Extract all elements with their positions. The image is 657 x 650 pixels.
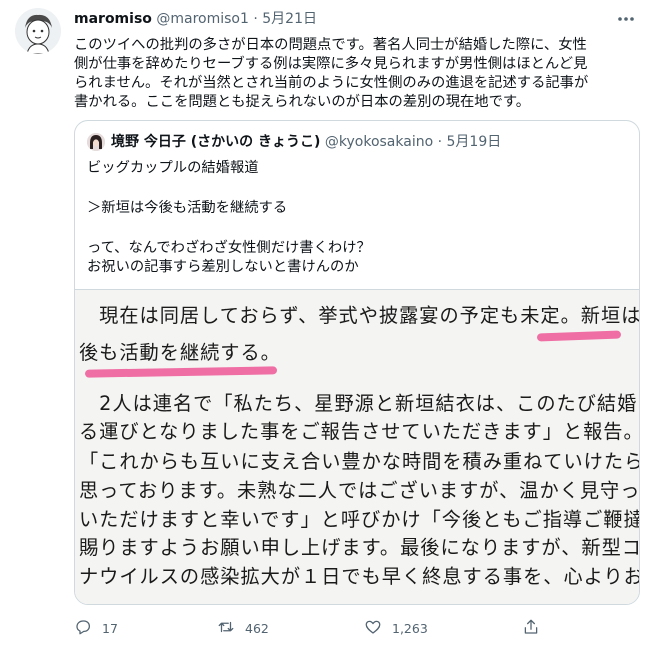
quoted-text-line: ＞新垣は今後も活動を継続する	[87, 200, 288, 216]
separator-dot: ·	[437, 134, 443, 150]
tweet-text-line: 書かれる。ここを問題とも捉えられないのが日本の差別の現在地です。	[74, 94, 531, 110]
quoted-text-line: お祝いの記事すら差別しないと書けんのか	[87, 259, 359, 275]
article-line: 現在は同居しておらず、挙式や披露宴の予定も未定。新垣は今	[79, 304, 639, 327]
like-count: 1,263	[392, 620, 428, 636]
author-name[interactable]: maromiso	[74, 11, 152, 27]
quoted-tweet-header: 境野 今日子 (さかいの きょうこ) @kyokosakaino · 5月19日	[111, 133, 501, 151]
quoted-author-handle: @kyokosakaino	[324, 134, 434, 150]
article-line: 思っております。未熟な二人ではございますが、温かく見守って	[79, 479, 639, 502]
article-line: 2人は連名で「私たち、星野源と新垣結衣は、このたび結婚す	[79, 392, 639, 415]
article-line: いただけますと幸いです」と呼びかけ「今後ともご指導ご鞭撻を	[79, 508, 639, 531]
article-line: 後も活動を継続する。	[79, 341, 281, 364]
like-button[interactable]: 1,263	[364, 616, 428, 640]
separator-dot: ·	[253, 11, 258, 27]
tweet: maromiso @maromiso1 · 5月21日 このツイへの批判の多さが…	[0, 0, 657, 650]
quoted-author-avatar	[87, 133, 105, 151]
reply-button[interactable]: 17	[74, 616, 118, 640]
retweet-button[interactable]: 462	[217, 616, 269, 640]
tweet-text-line: 側が仕事を辞めたりセーブする例は実際に多々見られますが男性側はほとんど見	[74, 56, 588, 72]
tweet-date[interactable]: 5月21日	[262, 11, 317, 27]
retweet-count: 462	[245, 620, 269, 636]
article-line: ナウイルスの感染拡大が１日でも早く終息する事を、心よりお祈	[79, 565, 639, 588]
more-options-icon[interactable]	[615, 8, 637, 30]
tweet-text: このツイへの批判の多さが日本の問題点です。著名人同士が結婚した際に、女性 側が仕…	[74, 36, 634, 112]
tweet-text-line: られません。それが当然とされ当前のように女性側のみの進退を記述する記事が	[74, 75, 589, 91]
author-avatar[interactable]	[15, 8, 61, 54]
retweet-icon	[217, 618, 235, 639]
tweet-header: maromiso @maromiso1 · 5月21日	[74, 10, 317, 28]
article-line: 「これからも互いに支え合い豊かな時間を積み重ねていけたらと	[79, 450, 639, 473]
article-screenshot-image[interactable]: 現在は同居しておらず、挙式や披露宴の予定も未定。新垣は今 後も活動を継続する。 …	[75, 289, 639, 604]
tweet-actions: 17 462 1,263	[74, 616, 640, 640]
quoted-tweet-date: 5月19日	[446, 134, 502, 150]
heart-icon	[364, 618, 382, 639]
quoted-text-line: ビッグカップルの結婚報道	[87, 160, 259, 176]
pink-highlight-mark	[84, 366, 278, 378]
share-icon	[522, 618, 540, 639]
quoted-tweet[interactable]: 境野 今日子 (さかいの きょうこ) @kyokosakaino · 5月19日…	[74, 120, 640, 605]
quoted-text-line: って、なんでわざわざ女性側だけ書くわけ？	[87, 240, 371, 256]
reply-icon	[74, 618, 92, 639]
article-line: 賜りますようお願い申し上げます。最後になりますが、新型コロ	[79, 536, 639, 559]
reply-count: 17	[102, 620, 118, 636]
pink-highlight-mark	[536, 330, 622, 342]
quoted-author-name: 境野 今日子 (さかいの きょうこ)	[111, 134, 321, 150]
tweet-text-line: このツイへの批判の多さが日本の問題点です。著名人同士が結婚した際に、女性	[74, 37, 587, 53]
share-button[interactable]	[522, 616, 540, 640]
author-handle[interactable]: @maromiso1	[156, 11, 249, 27]
article-line: る運びとなりました事をご報告させていただきます」と報告。	[79, 420, 639, 443]
